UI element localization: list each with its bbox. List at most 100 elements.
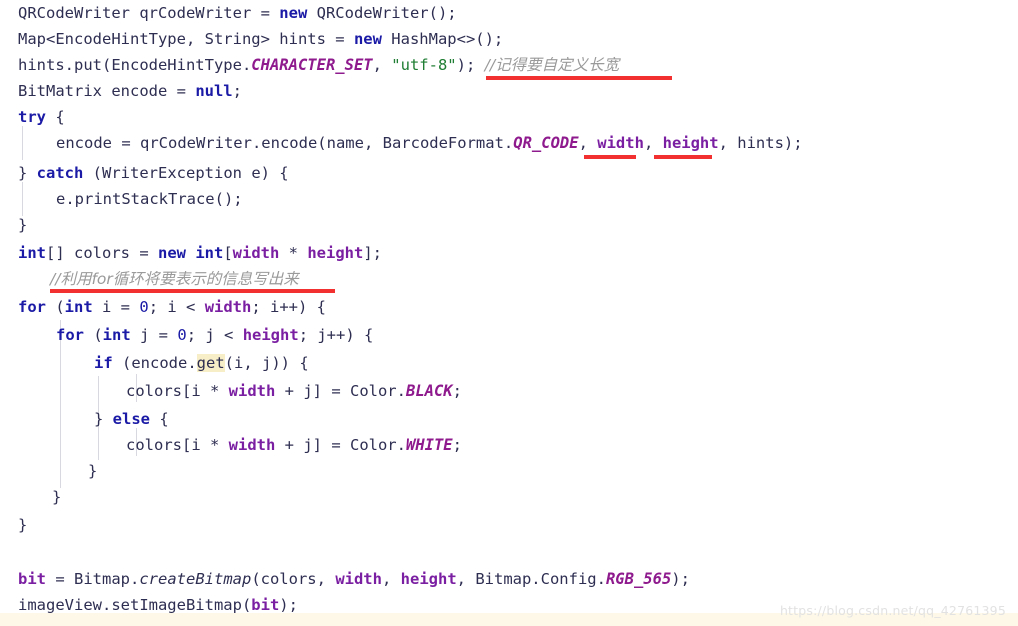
code-token: encode = qrCodeWriter.encode(name, Barco… xyxy=(56,134,514,152)
code-line: Map<EncodeHintType, String> hints = new … xyxy=(0,26,503,52)
code-token: ; i < xyxy=(148,298,205,316)
code-line: BitMatrix encode = null; xyxy=(0,78,242,104)
watermark-text: https://blog.csdn.net/qq_42761395 xyxy=(779,603,1006,618)
code-line: } xyxy=(0,484,61,510)
code-token: try xyxy=(18,108,46,126)
code-token: (encode. xyxy=(112,354,197,372)
code-token: width xyxy=(232,244,280,262)
code-token: colors[i * xyxy=(126,382,229,400)
code-token: , hints); xyxy=(718,134,803,152)
code-token: if xyxy=(94,354,113,372)
code-token: for xyxy=(18,298,46,316)
code-token: 0 xyxy=(139,298,149,316)
code-token: height xyxy=(662,134,719,152)
code-token: , Bitmap.Config. xyxy=(456,570,606,588)
code-line: int[] colors = new int[width * height]; xyxy=(0,240,382,266)
code-token: int xyxy=(102,326,131,344)
code-token: bit xyxy=(18,570,46,588)
code-line: e.printStackTrace(); xyxy=(0,186,243,212)
code-token: + j] = Color. xyxy=(275,382,406,400)
code-line: for (int i = 0; i < width; i++) { xyxy=(0,294,326,320)
code-token: height xyxy=(242,326,299,344)
code-token: Map<EncodeHintType, String> hints = xyxy=(18,30,354,48)
code-token: width xyxy=(228,436,276,454)
code-token: } xyxy=(52,488,62,506)
code-token: new xyxy=(157,244,186,262)
code-token: width xyxy=(228,382,276,400)
code-token: } xyxy=(18,216,28,234)
code-token: + j] = Color. xyxy=(275,436,406,454)
code-line: for (int j = 0; j < height; j++) { xyxy=(0,322,373,348)
code-token: (WriterException e) { xyxy=(83,164,289,182)
code-token: j = xyxy=(130,326,178,344)
code-token: (i, j)) { xyxy=(224,354,309,372)
code-token: = Bitmap. xyxy=(46,570,140,588)
code-token: } xyxy=(18,516,28,534)
code-line: } xyxy=(0,212,27,238)
code-snippet-image: QRCodeWriter qrCodeWriter = new QRCodeWr… xyxy=(0,0,1018,626)
code-token: , xyxy=(372,56,392,74)
code-token: ); xyxy=(456,56,485,74)
code-line: bit = Bitmap.createBitmap(colors, width,… xyxy=(0,566,690,592)
code-line: QRCodeWriter qrCodeWriter = new QRCodeWr… xyxy=(0,0,457,26)
code-token: QR_CODE xyxy=(513,134,579,152)
code-token: ; xyxy=(452,382,462,400)
code-line: } xyxy=(0,458,97,484)
code-token: , xyxy=(578,134,598,152)
code-token: else xyxy=(112,410,150,428)
code-token: BitMatrix encode = xyxy=(18,82,196,100)
code-token: { xyxy=(150,410,169,428)
code-token: width xyxy=(204,298,252,316)
code-token: HashMap<>(); xyxy=(381,30,504,48)
code-token: ); xyxy=(671,570,690,588)
code-token: //记得要自定义长宽 xyxy=(484,56,620,74)
code-token: bit xyxy=(251,596,280,614)
underline-width-param xyxy=(584,155,636,159)
code-token: colors[i * xyxy=(126,436,229,454)
code-token: QRCodeWriter qrCodeWriter = xyxy=(18,4,280,22)
code-token: height xyxy=(400,570,457,588)
code-token: catch xyxy=(36,164,84,182)
code-token: , xyxy=(643,134,663,152)
code-token: null xyxy=(195,82,233,100)
code-token: ( xyxy=(46,298,65,316)
code-token: width xyxy=(335,570,382,588)
code-token: } xyxy=(18,164,37,182)
code-token: ; j < xyxy=(186,326,243,344)
code-line: if (encode.get(i, j)) { xyxy=(0,350,309,376)
code-token: } xyxy=(88,462,98,480)
code-line: } xyxy=(0,512,27,538)
code-token: ); xyxy=(279,596,298,614)
code-token: int xyxy=(18,244,46,262)
code-line: colors[i * width + j] = Color.BLACK; xyxy=(0,378,462,404)
code-token: CHARACTER_SET xyxy=(251,56,373,74)
code-token: [] colors = xyxy=(46,244,158,262)
code-token: [ xyxy=(223,244,233,262)
code-token: WHITE xyxy=(405,436,453,454)
code-token: e.printStackTrace(); xyxy=(56,190,243,208)
code-token: ( xyxy=(84,326,103,344)
code-token: for xyxy=(56,326,84,344)
code-line: } else { xyxy=(0,406,169,432)
code-token: hints.put(EncodeHintType. xyxy=(18,56,252,74)
code-token: * xyxy=(279,244,308,262)
code-line: colors[i * width + j] = Color.WHITE; xyxy=(0,432,462,458)
code-token: ; xyxy=(452,436,462,454)
code-token: int xyxy=(195,244,224,262)
code-token: int xyxy=(64,298,93,316)
code-token: new xyxy=(279,4,308,22)
code-token: 0 xyxy=(177,326,187,344)
code-token: i = xyxy=(92,298,140,316)
code-token: } xyxy=(94,410,113,428)
code-token: new xyxy=(353,30,382,48)
search-highlight-token: get xyxy=(196,354,225,372)
underline-comment-define-size xyxy=(486,76,672,80)
code-token: QRCodeWriter(); xyxy=(307,4,457,22)
code-token: width xyxy=(597,134,644,152)
code-token: ; xyxy=(232,82,242,100)
code-line: encode = qrCodeWriter.encode(name, Barco… xyxy=(0,130,803,156)
code-token: imageView.setImageBitmap( xyxy=(18,596,252,614)
code-token: ]; xyxy=(363,244,383,262)
underline-comment-for-loop xyxy=(50,289,335,293)
